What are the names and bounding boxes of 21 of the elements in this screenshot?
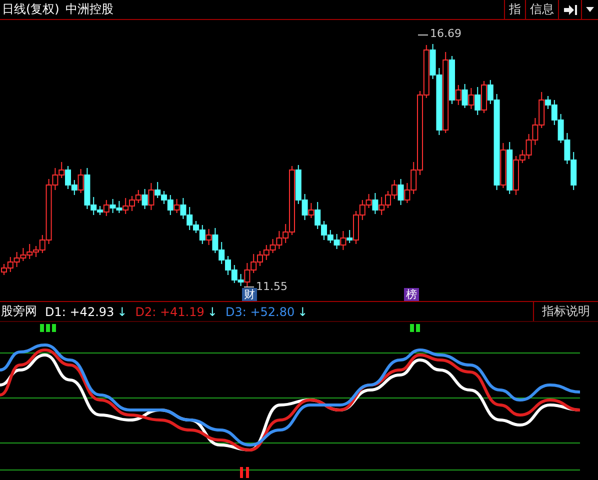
signal-bar [246,467,249,478]
indicator-value: D3: +52.80 ↓ [225,304,308,318]
indicator-value: D2: +41.19 ↓ [135,304,218,318]
price-label: 16.69 [430,27,462,40]
signal-bar [416,324,420,332]
period-label: 日线(复权) [1,1,60,18]
signal-bar [240,467,243,478]
signal-bar [46,324,50,332]
indicator-name: 股旁网 [1,303,37,320]
signal-bar [52,324,56,332]
signal-bar [40,324,44,332]
skip-end-icon [563,4,577,14]
price-label: 11.55 [256,280,288,293]
event-badge[interactable]: 财 [242,288,257,301]
event-badge[interactable]: 榜 [404,288,419,301]
leader-line [244,286,254,288]
stock-name: 中洲控股 [65,1,114,18]
caret-icon [586,7,594,12]
signal-bar [410,324,414,332]
leader-line [418,34,428,36]
indicator-value: D1: +42.93 ↓ [45,304,128,318]
